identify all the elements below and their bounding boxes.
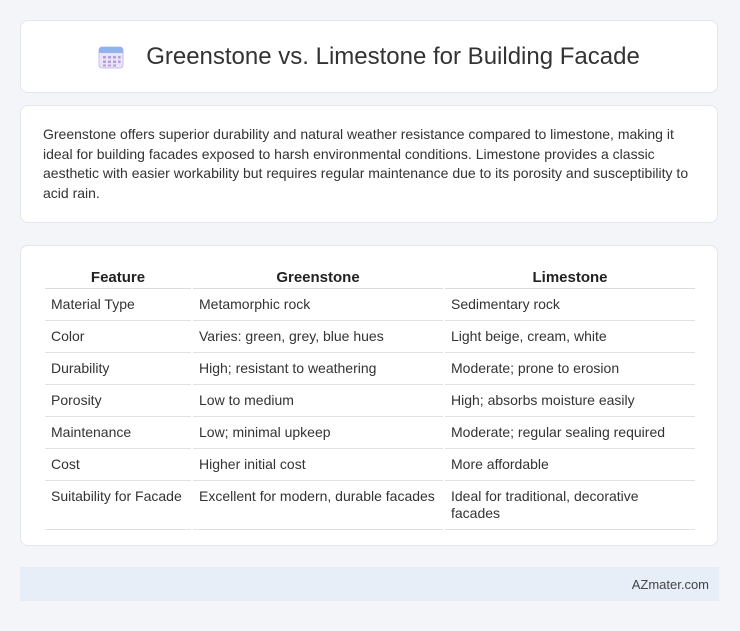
limestone-cell: More affordable	[445, 449, 695, 481]
feature-cell: Maintenance	[45, 417, 191, 449]
limestone-cell: Sedimentary rock	[445, 289, 695, 321]
table-row: Cost Higher initial cost More affordable	[45, 449, 695, 481]
footer-bar: AZmater.com	[20, 567, 719, 601]
greenstone-cell: High; resistant to weathering	[193, 353, 443, 385]
feature-cell: Material Type	[45, 289, 191, 321]
table-row: Maintenance Low; minimal upkeep Moderate…	[45, 417, 695, 449]
page-title: Greenstone vs. Limestone for Building Fa…	[146, 42, 640, 70]
table-row: Durability High; resistant to weathering…	[45, 353, 695, 385]
greenstone-cell: Varies: green, grey, blue hues	[193, 321, 443, 353]
table-header-row: Feature Greenstone Limestone	[45, 266, 695, 289]
limestone-cell: High; absorbs moisture easily	[445, 385, 695, 417]
comparison-card: Feature Greenstone Limestone Material Ty…	[20, 245, 718, 546]
greenstone-cell: Higher initial cost	[193, 449, 443, 481]
greenstone-cell: Low to medium	[193, 385, 443, 417]
intro-text: Greenstone offers superior durability an…	[43, 126, 689, 201]
title-card: Greenstone vs. Limestone for Building Fa…	[20, 20, 718, 93]
greenstone-cell: Metamorphic rock	[193, 289, 443, 321]
column-header-feature: Feature	[45, 266, 191, 289]
feature-cell: Cost	[45, 449, 191, 481]
feature-cell: Porosity	[45, 385, 191, 417]
table-row: Color Varies: green, grey, blue hues Lig…	[45, 321, 695, 353]
limestone-cell: Moderate; regular sealing required	[445, 417, 695, 449]
limestone-cell: Moderate; prone to erosion	[445, 353, 695, 385]
greenstone-cell: Excellent for modern, durable facades	[193, 481, 443, 530]
column-header-limestone: Limestone	[445, 266, 695, 289]
footer-brand: AZmater.com	[631, 576, 709, 592]
greenstone-cell: Low; minimal upkeep	[193, 417, 443, 449]
column-header-greenstone: Greenstone	[193, 266, 443, 289]
table-row: Material Type Metamorphic rock Sedimenta…	[45, 289, 695, 321]
calendar-icon	[98, 46, 124, 68]
intro-card: Greenstone offers superior durability an…	[20, 105, 718, 223]
feature-cell: Durability	[45, 353, 191, 385]
feature-cell: Suitability for Facade	[45, 481, 191, 530]
comparison-table: Feature Greenstone Limestone Material Ty…	[43, 266, 697, 530]
limestone-cell: Ideal for traditional, decorative facade…	[445, 481, 695, 530]
table-row: Suitability for Facade Excellent for mod…	[45, 481, 695, 530]
table-row: Porosity Low to medium High; absorbs moi…	[45, 385, 695, 417]
feature-cell: Color	[45, 321, 191, 353]
limestone-cell: Light beige, cream, white	[445, 321, 695, 353]
